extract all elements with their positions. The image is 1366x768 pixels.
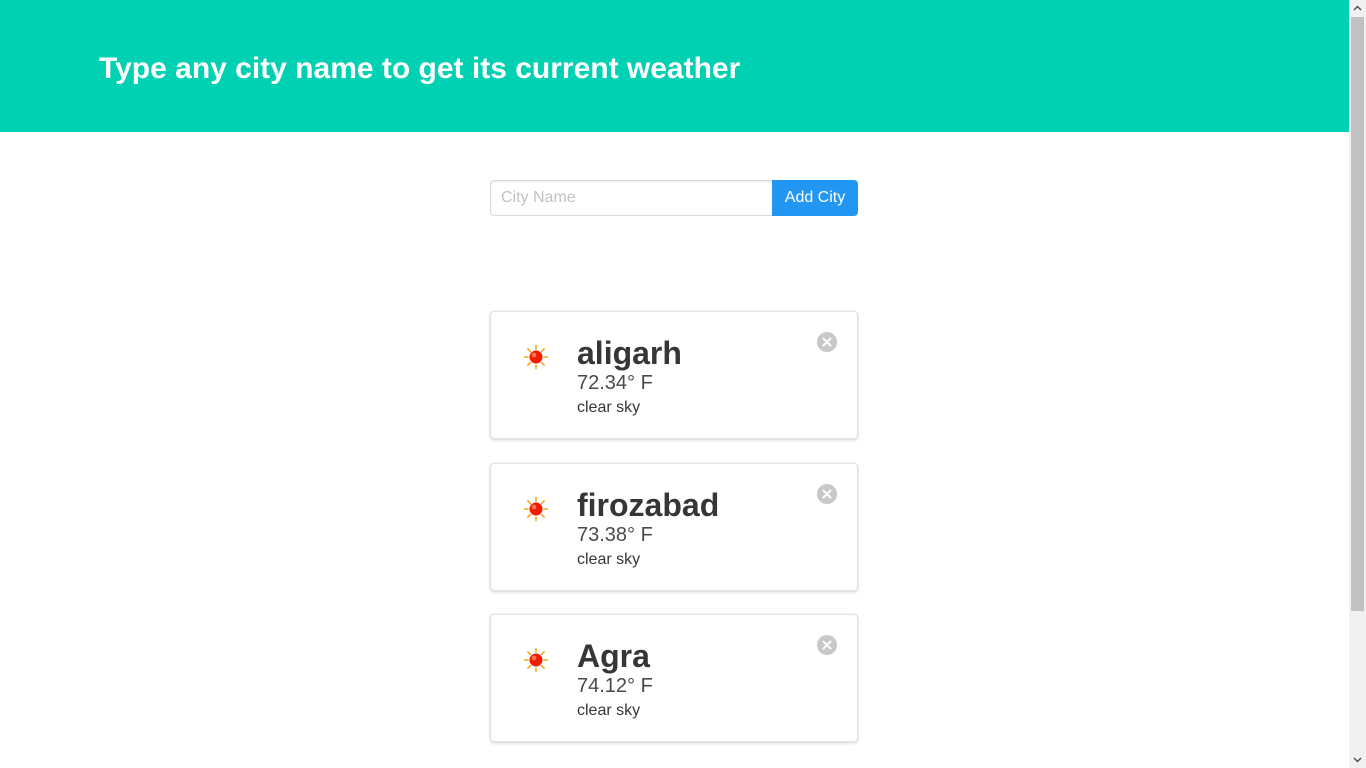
weather-card-content: aligarh 72.34° F clear sky [577, 334, 682, 418]
sun-icon [523, 344, 549, 370]
chevron-up-icon[interactable] [1349, 0, 1366, 17]
city-temperature: 72.34° F [577, 372, 653, 394]
weather-card-content: firozabad 73.38° F clear sky [577, 486, 719, 570]
weather-description: clear sky [577, 399, 641, 416]
city-temperature: 74.12° F [577, 675, 653, 697]
delete-city-button[interactable] [817, 635, 837, 655]
sun-icon [523, 647, 549, 673]
weather-card-content: Agra 74.12° F clear sky [577, 637, 653, 721]
close-circle-icon [822, 489, 832, 499]
delete-city-button[interactable] [817, 332, 837, 352]
chevron-down-icon[interactable] [1349, 751, 1366, 768]
add-city-button[interactable]: Add City [772, 180, 858, 216]
weather-card: Agra 74.12° F clear sky [490, 614, 858, 742]
add-city-form: Add City [490, 180, 858, 216]
delete-city-button[interactable] [817, 484, 837, 504]
header-banner: Type any city name to get its current we… [0, 0, 1349, 132]
city-name: aligarh [577, 335, 682, 371]
city-name: firozabad [577, 487, 720, 523]
close-circle-icon [822, 337, 832, 347]
weather-description: clear sky [577, 702, 641, 719]
page-title: Type any city name to get its current we… [99, 52, 741, 85]
close-circle-icon [822, 640, 832, 650]
page: Type any city name to get its current we… [0, 0, 1349, 768]
city-name: Agra [577, 638, 650, 674]
vertical-scrollbar[interactable] [1349, 0, 1366, 768]
weather-description: clear sky [577, 551, 641, 568]
city-temperature: 73.38° F [577, 524, 653, 546]
sun-icon [523, 496, 549, 522]
scrollbar-thumb[interactable] [1351, 17, 1364, 611]
weather-card: firozabad 73.38° F clear sky [490, 463, 858, 591]
city-name-input[interactable] [490, 180, 772, 216]
weather-card: aligarh 72.34° F clear sky [490, 311, 858, 439]
